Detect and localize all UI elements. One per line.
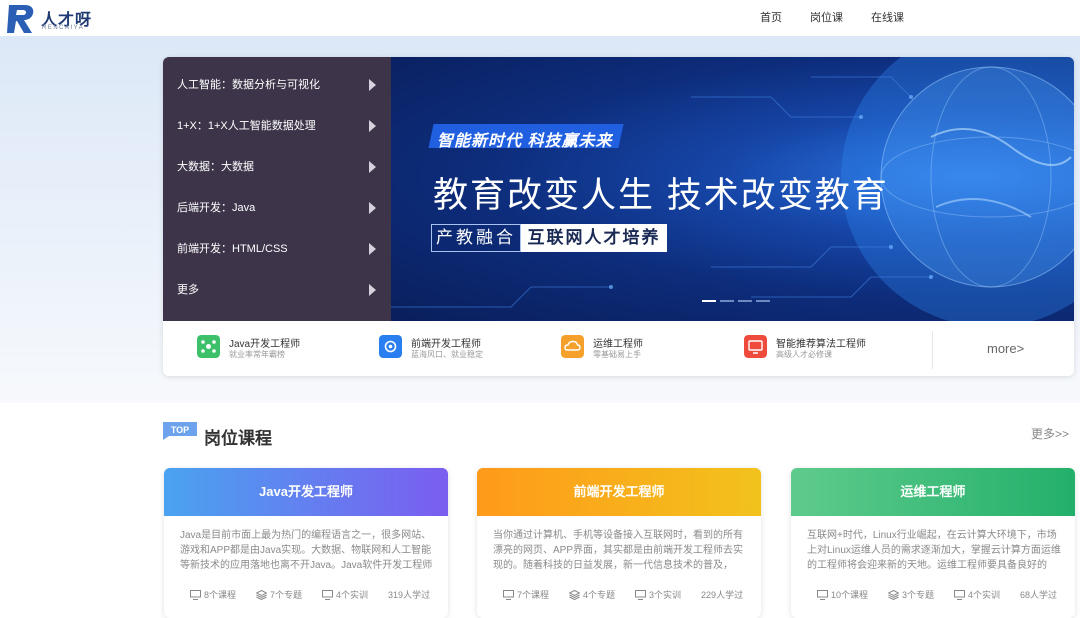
course-card-desc: 当你通过计算机、手机等设备接入互联网时，看到的所有漂亮的网页、APP界面，其实都… — [493, 530, 744, 571]
logo-subtext: RENCAIYA — [42, 25, 85, 31]
course-card-java[interactable]: Java开发工程师 Java是目前市面上最为热门的编程语言之一，很多网站、游戏和… — [164, 468, 448, 618]
monitor-icon — [635, 589, 647, 600]
monitor-icon — [817, 589, 828, 600]
carousel-dot[interactable] — [702, 300, 716, 302]
carousel-dot[interactable] — [720, 300, 734, 302]
stat-courses: 8个课程 — [190, 588, 236, 601]
course-card-title: 前端开发工程师 — [477, 468, 761, 516]
monitor-icon — [322, 589, 334, 600]
stat-learners: 68人学过 — [1020, 590, 1058, 600]
frontend-icon — [379, 335, 402, 358]
stat-learners: 319人学过 — [388, 590, 431, 600]
banner-tag: 智能新时代 科技赢未来 — [437, 133, 613, 150]
course-card-stats: 7个课程 4个专题 3个实训 229人学过 — [503, 588, 761, 601]
chevron-right-icon — [369, 161, 376, 173]
menu-item-label: 1+X：1+X人工智能数据处理 — [177, 120, 316, 132]
stat-labs-text: 4个实训 — [336, 590, 369, 600]
menu-item-bigdata[interactable]: 大数据：大数据 — [163, 142, 391, 183]
chevron-right-icon — [369, 243, 376, 255]
monitor-icon — [954, 589, 966, 600]
monitor-icon — [503, 589, 514, 600]
menu-item-label: 人工智能：数据分析与可视化 — [177, 79, 320, 91]
nav-home[interactable]: 首页 — [760, 9, 782, 25]
job-link-title: 智能推荐算法工程师 — [776, 339, 866, 350]
course-card-ops[interactable]: 运维工程师 互联网+时代，Linux行业崛起，在云计算大环境下，市场上对Linu… — [791, 468, 1075, 618]
course-card-stats: 8个课程 7个专题 4个实训 319人学过 — [190, 588, 448, 601]
stat-courses: 10个课程 — [817, 588, 868, 601]
course-card-desc: 互联网+时代，Linux行业崛起，在云计算大环境下，市场上对Linux运维人员的… — [807, 530, 1061, 571]
stat-courses: 7个课程 — [503, 588, 549, 601]
menu-item-label: 更多 — [177, 284, 199, 296]
menu-item-label: 后端开发：Java — [177, 202, 256, 214]
stat-labs: 3个实训 — [635, 588, 681, 601]
stat-topics-text: 7个专题 — [270, 590, 303, 600]
layers-icon — [888, 589, 900, 600]
stat-labs-text: 3个实训 — [649, 590, 682, 600]
stat-courses-text: 7个课程 — [517, 590, 550, 600]
menu-item-ai[interactable]: 人工智能：数据分析与可视化 — [163, 60, 391, 101]
carousel-indicators — [702, 300, 770, 302]
cloud-icon — [561, 335, 584, 358]
menu-item-label: 大数据：大数据 — [177, 161, 254, 173]
monitor-icon — [190, 589, 201, 600]
banner-subtitle-2: 互联网人才培养 — [521, 224, 667, 252]
job-link-desc: 高级人才必修课 — [776, 350, 832, 359]
site-logo[interactable]: 人才呀 RENCAIYA — [5, 3, 110, 35]
stat-courses-text: 8个课程 — [204, 590, 237, 600]
section-title: 岗位课程 — [204, 429, 272, 448]
banner-subtitle-1: 产教融合 — [431, 224, 521, 252]
chevron-right-icon — [369, 120, 376, 132]
more-jobs-link[interactable]: more> — [987, 341, 1024, 356]
divider — [932, 331, 933, 369]
section-more-link[interactable]: 更多>> — [1031, 425, 1069, 442]
course-card-frontend[interactable]: 前端开发工程师 当你通过计算机、手机等设备接入互联网时，看到的所有漂亮的网页、A… — [477, 468, 761, 618]
chevron-right-icon — [369, 79, 376, 91]
job-link-desc: 零基础易上手 — [593, 350, 641, 359]
job-link-title: Java开发工程师 — [229, 339, 301, 350]
stat-topics: 7个专题 — [256, 588, 302, 601]
job-link-title: 前端开发工程师 — [411, 339, 481, 350]
stat-topics-text: 3个专题 — [902, 590, 935, 600]
job-link-title: 运维工程师 — [593, 339, 643, 350]
stat-topics: 3个专题 — [888, 588, 934, 601]
stat-topics-text: 4个专题 — [583, 590, 616, 600]
carousel-dot[interactable] — [738, 300, 752, 302]
stat-labs-text: 4个实训 — [968, 590, 1001, 600]
course-card-stats: 10个课程 3个专题 4个实训 68人学过 — [817, 588, 1075, 601]
java-network-icon — [197, 335, 220, 358]
menu-item-backend[interactable]: 后端开发：Java — [163, 183, 391, 224]
nav-job-courses[interactable]: 岗位课 — [810, 9, 843, 25]
algorithm-icon — [744, 335, 767, 358]
stat-labs: 4个实训 — [322, 588, 368, 601]
stat-topics: 4个专题 — [569, 588, 615, 601]
chevron-right-icon — [369, 284, 376, 296]
course-card-title: 运维工程师 — [791, 468, 1075, 516]
top-badge-icon: TOP — [163, 422, 197, 440]
hero-banner[interactable]: 智能新时代 科技赢未来 教育改变人生 技术改变教育 产教融合 互联网人才培养 — [391, 57, 1074, 321]
job-link-desc: 蓝海风口、就业稳定 — [411, 350, 483, 359]
layers-icon — [569, 589, 581, 600]
top-header: 人才呀 RENCAIYA 首页 岗位课 在线课 — [0, 0, 1080, 36]
hero-card: 人工智能：数据分析与可视化 1+X：1+X人工智能数据处理 大数据：大数据 后端… — [163, 57, 1074, 376]
job-link-desc: 就业率常年霸榜 — [229, 350, 285, 359]
chevron-right-icon — [369, 202, 376, 214]
banner-title: 教育改变人生 技术改变教育 — [433, 176, 889, 215]
menu-item-frontend[interactable]: 前端开发：HTML/CSS — [163, 224, 391, 265]
layers-icon — [256, 589, 268, 600]
menu-item-label: 前端开发：HTML/CSS — [177, 243, 288, 255]
category-menu: 人工智能：数据分析与可视化 1+X：1+X人工智能数据处理 大数据：大数据 后端… — [163, 57, 391, 321]
carousel-dot[interactable] — [756, 300, 770, 302]
job-quick-links: Java开发工程师 就业率常年霸榜 前端开发工程师 蓝海风口、就业稳定 运维工程… — [163, 321, 1074, 376]
course-card-title: Java开发工程师 — [164, 468, 448, 516]
main-nav: 首页 岗位课 在线课 — [760, 9, 932, 25]
menu-item-more[interactable]: 更多 — [163, 265, 391, 306]
top-badge-text: TOP — [171, 425, 189, 435]
nav-online-courses[interactable]: 在线课 — [871, 9, 904, 25]
logo-r-icon — [7, 5, 34, 33]
menu-item-1x[interactable]: 1+X：1+X人工智能数据处理 — [163, 101, 391, 142]
stat-learners: 229人学过 — [701, 590, 744, 600]
stat-courses-text: 10个课程 — [831, 590, 869, 600]
stat-labs: 4个实训 — [954, 588, 1000, 601]
course-card-desc: Java是目前市面上最为热门的编程语言之一，很多网站、游戏和APP都是由Java… — [180, 530, 433, 571]
